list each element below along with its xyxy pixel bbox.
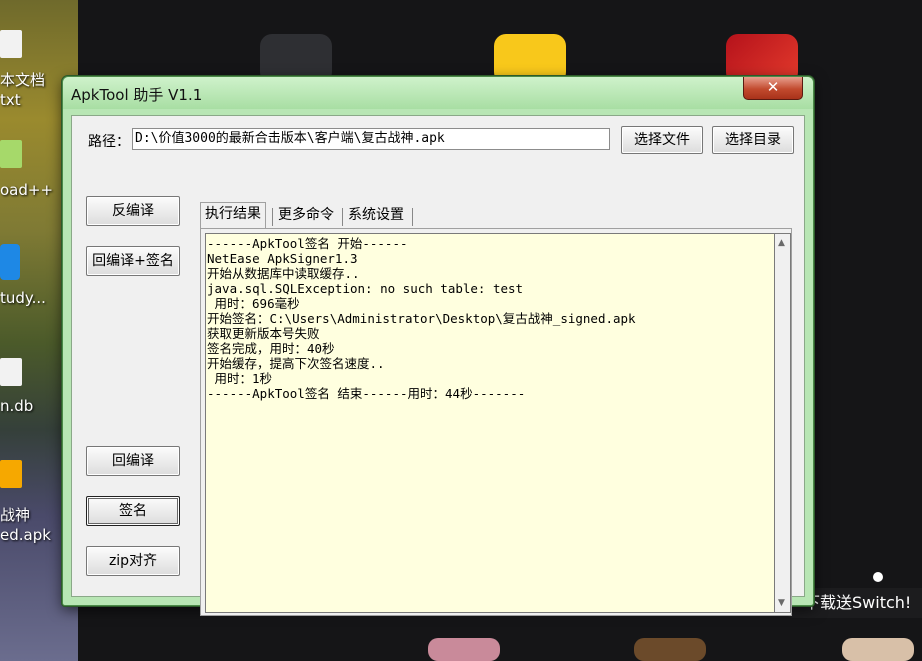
output-scrollbar[interactable]: ▲ ▼ — [775, 233, 791, 613]
output-line: 开始从数据库中读取缓存.. — [207, 266, 360, 281]
bottom-app-icon[interactable] — [842, 638, 914, 661]
desktop-icon-study[interactable]: tudy... — [0, 288, 46, 308]
desktop-icon-apk-line1: 战神 — [0, 506, 31, 524]
output-line: ------ApkTool签名 结束------用时：44秒------- — [207, 386, 526, 401]
tab-more-commands[interactable]: 更多命令 — [274, 204, 338, 228]
tab-divider — [342, 208, 343, 226]
results-panel: ------ApkTool签名 开始------ NetEase ApkSigne… — [200, 228, 792, 616]
path-label: 路径： — [88, 134, 130, 150]
tab-divider — [412, 208, 413, 226]
desktop-icon-apk-line2: ed.apk — [0, 526, 51, 544]
close-button[interactable]: ✕ — [743, 77, 803, 100]
desktop-icon-label[interactable]: 本文档 txt — [0, 70, 45, 110]
output-line: 开始签名：C:\Users\Administrator\Desktop\复古战神… — [207, 311, 636, 326]
scroll-down-arrow-icon[interactable]: ▼ — [778, 598, 785, 608]
recompile-button[interactable]: 回编译 — [86, 446, 180, 476]
apk-file-icon[interactable] — [0, 460, 22, 488]
app-icon[interactable] — [0, 244, 20, 280]
desktop-icon-label-line2: txt — [0, 91, 21, 109]
window-titlebar[interactable]: ApkTool 助手 V1.1 ✕ — [63, 77, 813, 109]
sign-button[interactable]: 签名 — [86, 496, 180, 526]
zipalign-button[interactable]: zip对齐 — [86, 546, 180, 576]
bottom-app-icon[interactable] — [634, 638, 706, 661]
select-directory-button[interactable]: 选择目录 — [712, 126, 794, 154]
tab-results[interactable]: 执行结果 — [200, 202, 266, 228]
decompile-button[interactable]: 反编译 — [86, 196, 180, 226]
scroll-up-arrow-icon[interactable]: ▲ — [778, 238, 785, 248]
output-log[interactable]: ------ApkTool签名 开始------ NetEase ApkSigne… — [205, 233, 775, 613]
tab-divider — [272, 208, 273, 226]
database-file-icon[interactable] — [0, 358, 22, 386]
output-line: ------ApkTool签名 开始------ — [207, 236, 408, 251]
recompile-sign-button[interactable]: 回编译+签名 — [86, 246, 180, 276]
apktool-window: ApkTool 助手 V1.1 ✕ 路径： D:\价值3000的最新合击版本\客… — [62, 76, 814, 616]
output-line: 开始缓存，提高下次签名速度.. — [207, 356, 385, 371]
select-file-button[interactable]: 选择文件 — [621, 126, 703, 154]
text-file-icon[interactable] — [0, 30, 22, 58]
output-line: 用时：1秒 — [207, 371, 273, 386]
window-client-area: 路径： D:\价值3000的最新合击版本\客户端\复古战神.apk 选择文件 选… — [71, 115, 805, 616]
tab-system-settings[interactable]: 系统设置 — [344, 204, 408, 228]
desktop-icon-label-line1: 本文档 — [0, 71, 46, 89]
desktop-icon-notepad[interactable]: oad++ — [0, 180, 53, 200]
desktop-icon-apk[interactable]: 战神 ed.apk — [0, 505, 51, 545]
page-indicator-dot — [873, 572, 883, 582]
window-title: ApkTool 助手 V1.1 — [71, 86, 203, 104]
path-input[interactable]: D:\价值3000的最新合击版本\客户端\复古战神.apk — [132, 128, 610, 150]
output-line: NetEase ApkSigner1.3 — [207, 251, 358, 266]
notepad-icon[interactable] — [0, 140, 22, 168]
desktop-icon-db[interactable]: n.db — [0, 396, 33, 416]
output-line: java.sql.SQLException: no such table: te… — [207, 281, 524, 296]
output-line: 用时：696毫秒 — [207, 296, 300, 311]
output-line: 签名完成，用时：40秒 — [207, 341, 335, 356]
output-line: 获取更新版本号失败 — [207, 326, 320, 341]
bottom-app-icon[interactable] — [428, 638, 500, 661]
